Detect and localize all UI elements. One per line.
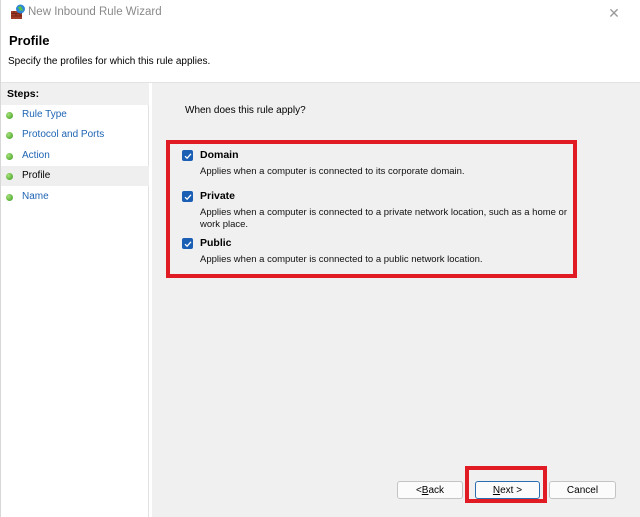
step-rule-type[interactable]: Rule Type xyxy=(1,105,149,125)
step-pending-icon xyxy=(6,194,13,201)
step-action[interactable]: Action xyxy=(1,146,149,166)
domain-label[interactable]: Domain xyxy=(200,149,239,161)
step-label: Action xyxy=(22,150,50,161)
step-label: Protocol and Ports xyxy=(22,129,105,140)
cancel-button[interactable]: Cancel xyxy=(549,481,616,499)
back-accel: B xyxy=(421,484,429,496)
steps-heading-label: Steps: xyxy=(7,88,40,100)
step-complete-icon xyxy=(6,112,13,119)
domain-description: Applies when a computer is connected to … xyxy=(200,166,465,177)
public-description: Applies when a computer is connected to … xyxy=(200,254,483,265)
checkmark-icon xyxy=(184,193,191,200)
checkmark-icon xyxy=(184,152,191,159)
private-label[interactable]: Private xyxy=(200,190,235,202)
step-complete-icon xyxy=(6,153,13,160)
step-label: Rule Type xyxy=(22,109,67,120)
domain-checkbox[interactable] xyxy=(182,150,193,161)
next-button[interactable]: Next > xyxy=(475,481,540,499)
page-header: Profile Specify the profiles for which t… xyxy=(1,26,640,83)
step-protocol-and-ports[interactable]: Protocol and Ports xyxy=(1,125,149,145)
steps-panel: Steps: Rule Type Protocol and Ports Acti… xyxy=(1,83,149,517)
window-title: New Inbound Rule Wizard xyxy=(28,6,162,18)
firewall-icon xyxy=(10,4,26,20)
step-profile[interactable]: Profile xyxy=(1,166,149,186)
checkmark-icon xyxy=(184,240,191,247)
page-subtitle: Specify the profiles for which this rule… xyxy=(8,56,211,67)
public-checkbox[interactable] xyxy=(182,238,193,249)
step-current-icon xyxy=(6,173,13,180)
step-name[interactable]: Name xyxy=(1,187,149,207)
private-description: Applies when a computer is connected to … xyxy=(200,207,568,230)
step-label: Profile xyxy=(22,170,51,181)
page-title: Profile xyxy=(9,33,50,48)
public-label[interactable]: Public xyxy=(200,237,232,249)
private-checkbox[interactable] xyxy=(182,191,193,202)
next-accel: N xyxy=(492,484,501,496)
back-rest: ack xyxy=(428,484,445,496)
close-icon: ✕ xyxy=(608,4,620,21)
back-button[interactable]: < Back xyxy=(397,481,463,499)
next-rest: ext > xyxy=(500,484,523,496)
close-button[interactable]: ✕ xyxy=(591,0,637,26)
step-label: Name xyxy=(22,191,49,202)
question-text: When does this rule apply? xyxy=(185,105,306,116)
title-bar: New Inbound Rule Wizard ✕ xyxy=(1,0,640,26)
main-panel: When does this rule apply? Domain Applie… xyxy=(152,83,640,517)
wizard-window: New Inbound Rule Wizard ✕ Profile Specif… xyxy=(0,0,640,517)
steps-heading: Steps: xyxy=(1,83,149,105)
step-complete-icon xyxy=(6,132,13,139)
